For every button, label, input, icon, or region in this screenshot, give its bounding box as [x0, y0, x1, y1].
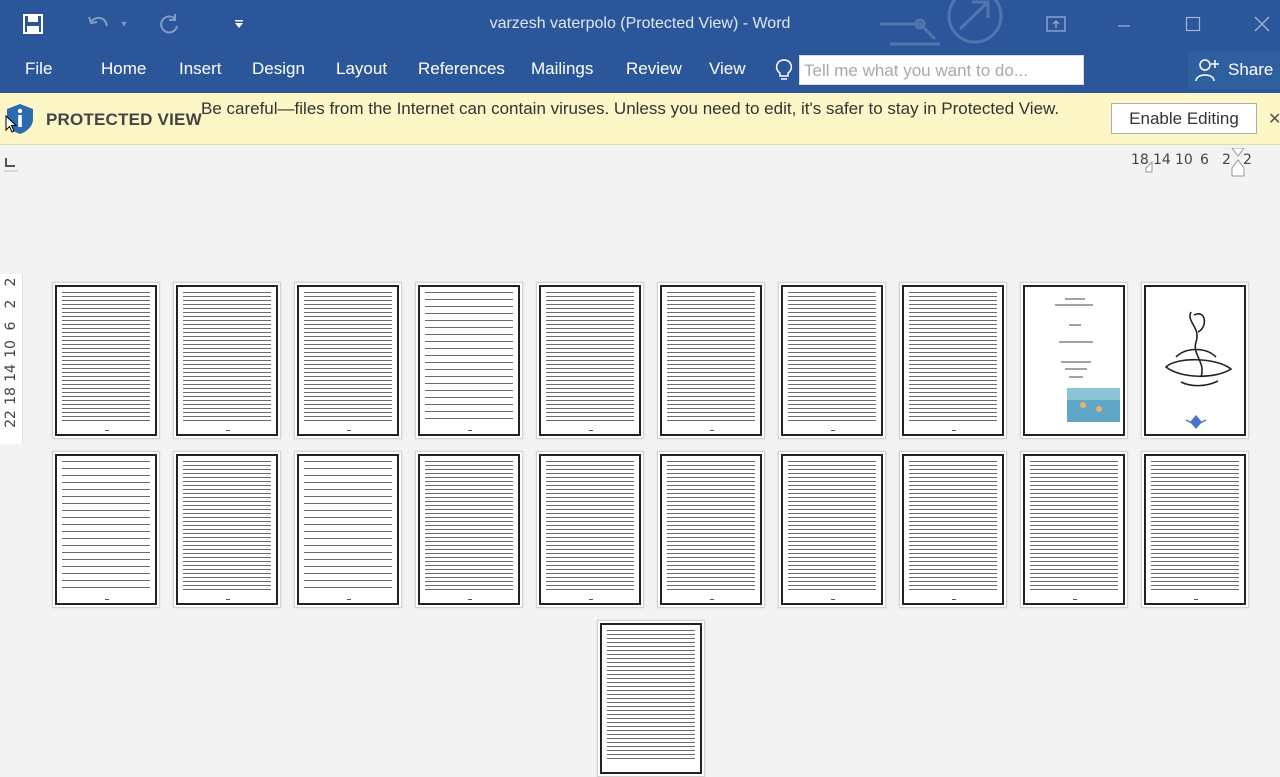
protected-view-bar: PROTECTED VIEW Be careful—files from the…: [0, 93, 1280, 145]
ruler-label: 18: [3, 387, 19, 405]
title-page-content: [1055, 298, 1120, 422]
tab-view[interactable]: View: [709, 59, 746, 79]
vertical-ruler[interactable]: 2 2 6 10 14 18 22: [0, 274, 23, 444]
page-thumbnail[interactable]: [899, 451, 1007, 608]
page-thumbnail[interactable]: [657, 451, 765, 608]
calligraphy-page-content: [1164, 311, 1233, 429]
tab-file[interactable]: File: [25, 59, 52, 79]
page-thumbnail[interactable]: [52, 451, 160, 608]
maximize-icon[interactable]: [1170, 8, 1216, 40]
ribbon-display-icon[interactable]: [1033, 8, 1079, 40]
ruler-label: 2: [3, 299, 19, 309]
tell-me-search[interactable]: [799, 55, 1084, 85]
protected-view-message: Be careful—files from the Internet can c…: [201, 99, 1060, 118]
tab-layout[interactable]: Layout: [336, 59, 387, 79]
page-thumbnail[interactable]: [778, 451, 886, 608]
share-button[interactable]: Share: [1188, 51, 1280, 89]
mouse-cursor-icon: [5, 115, 17, 133]
page-thumbnail[interactable]: [173, 451, 281, 608]
tab-review[interactable]: Review: [626, 59, 682, 79]
page-thumbnail[interactable]: [173, 282, 281, 439]
close-bar-icon[interactable]: ✕: [1268, 109, 1280, 129]
page-thumbnail[interactable]: [536, 451, 644, 608]
page-thumbnail[interactable]: [1141, 282, 1249, 439]
close-icon[interactable]: [1239, 8, 1280, 40]
tab-insert[interactable]: Insert: [179, 59, 222, 79]
tell-me-input[interactable]: [802, 57, 1076, 85]
enable-editing-button[interactable]: Enable Editing: [1111, 103, 1257, 134]
ruler-label: 22: [3, 410, 19, 428]
ruler-label: 14: [3, 364, 19, 382]
ruler-label: 2: [3, 277, 19, 287]
page-thumbnail[interactable]: [415, 282, 523, 439]
ruler-label: 6: [3, 321, 19, 331]
tab-references[interactable]: References: [418, 59, 505, 79]
tab-mailings[interactable]: Mailings: [531, 59, 593, 79]
protected-view-title: PROTECTED VIEW: [46, 110, 202, 129]
page-thumbnail[interactable]: [294, 282, 402, 439]
share-label: Share: [1228, 60, 1274, 79]
minimize-icon[interactable]: [1101, 8, 1147, 40]
page-thumbnail[interactable]: [415, 451, 523, 608]
ruler-label: 10: [3, 340, 19, 358]
page-thumbnail[interactable]: [1020, 451, 1128, 608]
page-thumbnail[interactable]: [1141, 451, 1249, 608]
window-title: varzesh vaterpolo (Protected View) - Wor…: [489, 15, 791, 32]
horizontal-ruler[interactable]: 18 14 10 6 2 2: [1128, 148, 1258, 177]
page-thumbnail[interactable]: [52, 282, 160, 439]
page-thumbnail[interactable]: [597, 620, 705, 777]
page-thumbnail[interactable]: [657, 282, 765, 439]
page-thumbnail[interactable]: [1020, 282, 1128, 439]
tab-selector-icon[interactable]: [0, 149, 22, 175]
page-thumbnail[interactable]: [536, 282, 644, 439]
person-add-icon: [1195, 59, 1219, 82]
page-thumbnail[interactable]: [294, 451, 402, 608]
tab-home[interactable]: Home: [101, 59, 146, 79]
page-thumbnail[interactable]: [899, 282, 1007, 439]
indent-markers[interactable]: [1128, 148, 1258, 178]
title-bar: ▾ varzesh vaterpolo (Protected View) - W…: [0, 0, 1280, 48]
tab-design[interactable]: Design: [252, 59, 305, 79]
page-thumbnail[interactable]: [778, 282, 886, 439]
ribbon-tabs: File Home Insert Design Layout Reference…: [0, 48, 1280, 93]
lightbulb-icon: [774, 58, 794, 87]
